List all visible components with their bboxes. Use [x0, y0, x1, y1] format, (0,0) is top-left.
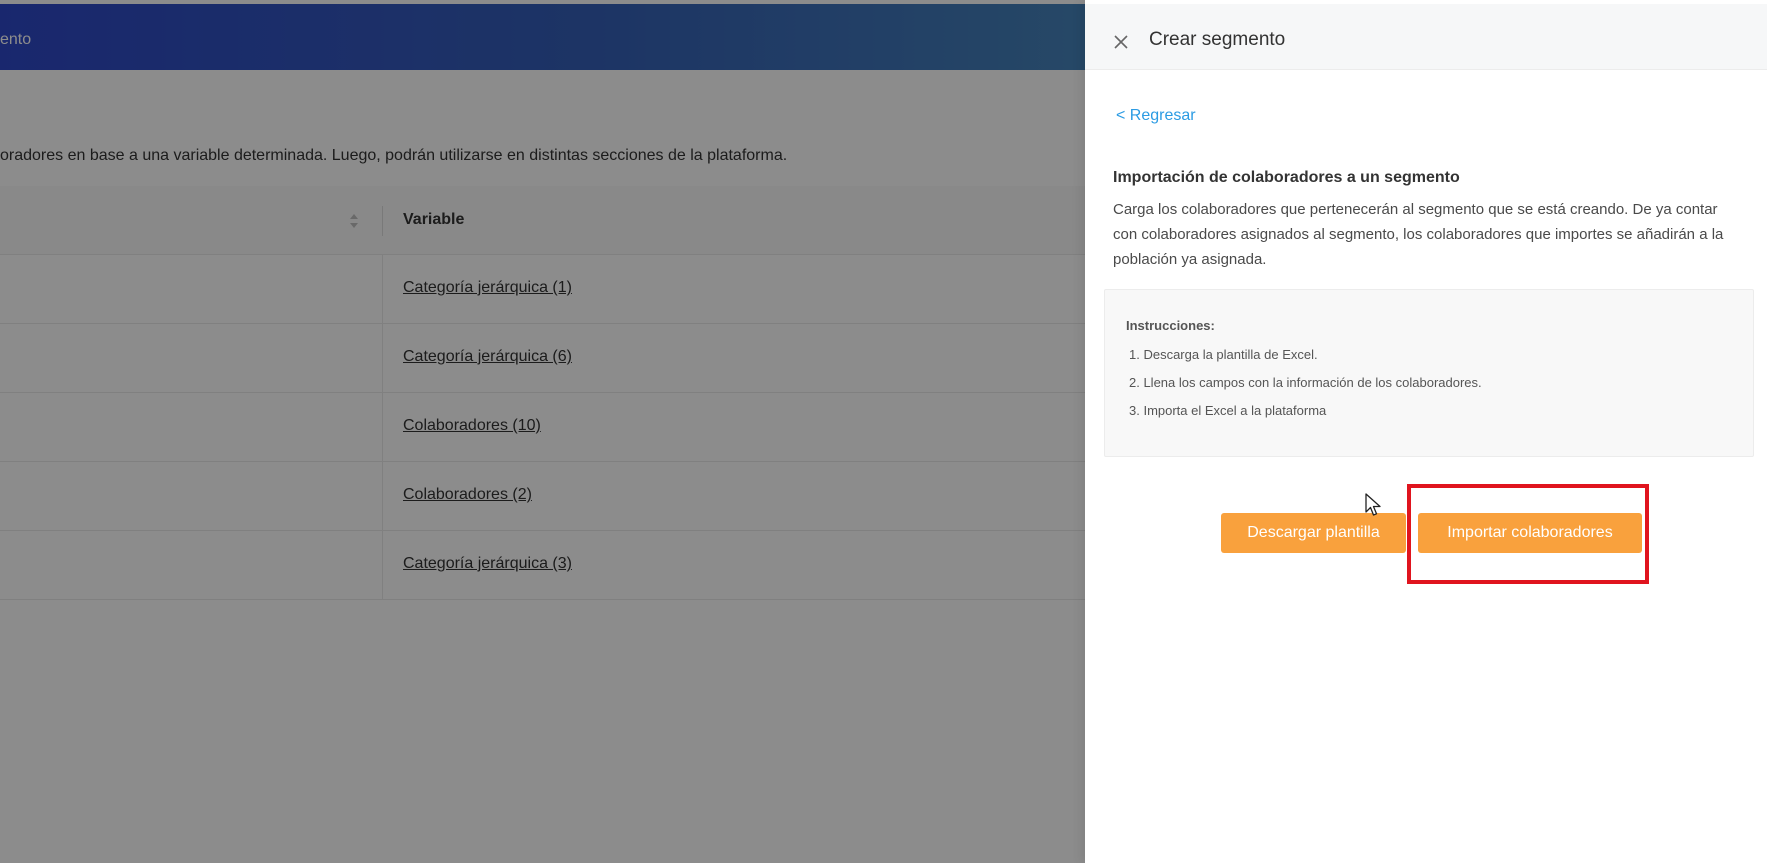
- instructions-box: Instrucciones: 1. Descarga la plantilla …: [1104, 289, 1754, 457]
- cursor-icon: [1365, 493, 1381, 516]
- section-description: Carga los colaboradores que pertenecerán…: [1113, 201, 1724, 268]
- instructions-title: Instrucciones:: [1126, 318, 1215, 333]
- create-segment-drawer: Crear segmento < Regresar Importación de…: [1085, 0, 1767, 863]
- close-icon[interactable]: [1113, 34, 1129, 50]
- background-page: ento oradores en base a una variable det…: [0, 0, 1085, 863]
- back-link[interactable]: < Regresar: [1116, 107, 1196, 125]
- highlight-annotation-box: [1407, 484, 1649, 584]
- instruction-item: 2. Llena los campos con la información d…: [1129, 375, 1482, 390]
- instruction-item: 1. Descarga la plantilla de Excel.: [1129, 347, 1318, 362]
- modal-overlay[interactable]: [0, 0, 1085, 863]
- section-title: Importación de colaboradores a un segmen…: [1113, 169, 1460, 186]
- instruction-item: 3. Importa el Excel a la plataforma: [1129, 403, 1327, 418]
- drawer-header: Crear segmento: [1085, 4, 1767, 70]
- drawer-title: Crear segmento: [1149, 29, 1286, 50]
- download-template-button[interactable]: Descargar plantilla: [1221, 513, 1406, 553]
